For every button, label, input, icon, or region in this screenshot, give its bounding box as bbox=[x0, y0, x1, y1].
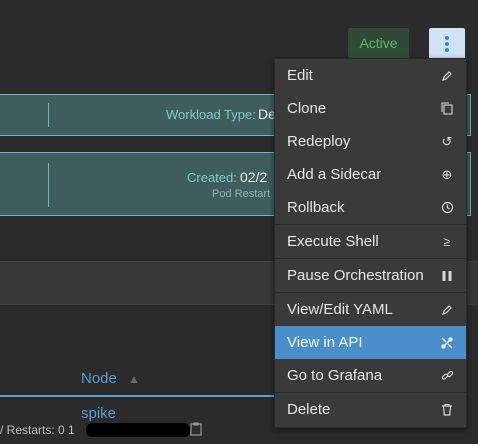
actions-dropdown-menu: Edit Clone Redeploy ↺ Add a Sidecar ⊕ Ro… bbox=[274, 58, 467, 428]
link-icon bbox=[440, 369, 454, 383]
dot-icon bbox=[445, 36, 449, 40]
menu-item-label: Clone bbox=[287, 100, 327, 117]
menu-item-clone[interactable]: Clone bbox=[275, 92, 466, 125]
menu-item-label: Execute Shell bbox=[287, 233, 379, 250]
menu-item-rollback[interactable]: Rollback bbox=[275, 191, 466, 224]
menu-item-redeploy[interactable]: Redeploy ↺ bbox=[275, 125, 466, 158]
dot-icon bbox=[445, 42, 449, 46]
api-icon bbox=[440, 336, 454, 350]
menu-item-label: Delete bbox=[287, 401, 331, 418]
card-divider bbox=[48, 103, 49, 127]
node-column-header[interactable]: Node bbox=[81, 370, 117, 387]
menu-item-view-edit-yaml[interactable]: View/Edit YAML bbox=[275, 293, 466, 326]
clipboard-icon[interactable] bbox=[190, 422, 202, 436]
copy-icon bbox=[440, 102, 454, 116]
menu-item-edit[interactable]: Edit bbox=[275, 59, 466, 92]
shell-icon: ≥ bbox=[443, 234, 451, 249]
redo-icon: ↺ bbox=[441, 133, 453, 149]
redaction-mark bbox=[86, 423, 190, 437]
dot-icon bbox=[445, 48, 449, 52]
pause-icon bbox=[440, 269, 454, 283]
menu-item-add-sidecar[interactable]: Add a Sidecar ⊕ bbox=[275, 158, 466, 191]
table-header-underline bbox=[0, 395, 300, 397]
status-badge: Active bbox=[348, 28, 409, 58]
menu-item-label: Redeploy bbox=[287, 133, 351, 150]
menu-item-label: View/Edit YAML bbox=[287, 301, 393, 318]
menu-item-label: View in API bbox=[287, 334, 363, 351]
pod-restarts-label: Pod Restart bbox=[212, 188, 271, 200]
pencil-icon bbox=[440, 69, 454, 83]
created-value: 02/2 bbox=[240, 169, 268, 185]
workload-type-label: Workload Type: bbox=[166, 107, 256, 122]
menu-item-label: Pause Orchestration bbox=[287, 267, 424, 284]
pencil-icon bbox=[440, 303, 454, 317]
menu-item-label: Go to Grafana bbox=[287, 367, 383, 384]
node-link[interactable]: spike bbox=[81, 405, 116, 422]
created-label: Created: bbox=[187, 170, 237, 185]
trash-icon bbox=[440, 403, 454, 417]
history-icon bbox=[440, 201, 454, 215]
menu-item-go-to-grafana[interactable]: Go to Grafana bbox=[275, 359, 466, 392]
menu-item-pause-orchestration[interactable]: Pause Orchestration bbox=[275, 259, 466, 292]
plus-circle-icon: ⊕ bbox=[441, 166, 453, 182]
sort-icon[interactable]: ▲ bbox=[128, 372, 140, 386]
menu-item-execute-shell[interactable]: Execute Shell ≥ bbox=[275, 225, 466, 258]
menu-item-view-in-api[interactable]: View in API bbox=[275, 326, 466, 359]
menu-item-delete[interactable]: Delete bbox=[275, 393, 466, 426]
menu-item-label: Edit bbox=[287, 67, 313, 84]
card-divider bbox=[48, 163, 49, 207]
menu-item-label: Rollback bbox=[287, 199, 345, 216]
menu-item-label: Add a Sidecar bbox=[287, 166, 382, 183]
more-actions-button[interactable] bbox=[429, 28, 465, 59]
restarts-text: / Restarts: 0 1 bbox=[0, 423, 75, 437]
